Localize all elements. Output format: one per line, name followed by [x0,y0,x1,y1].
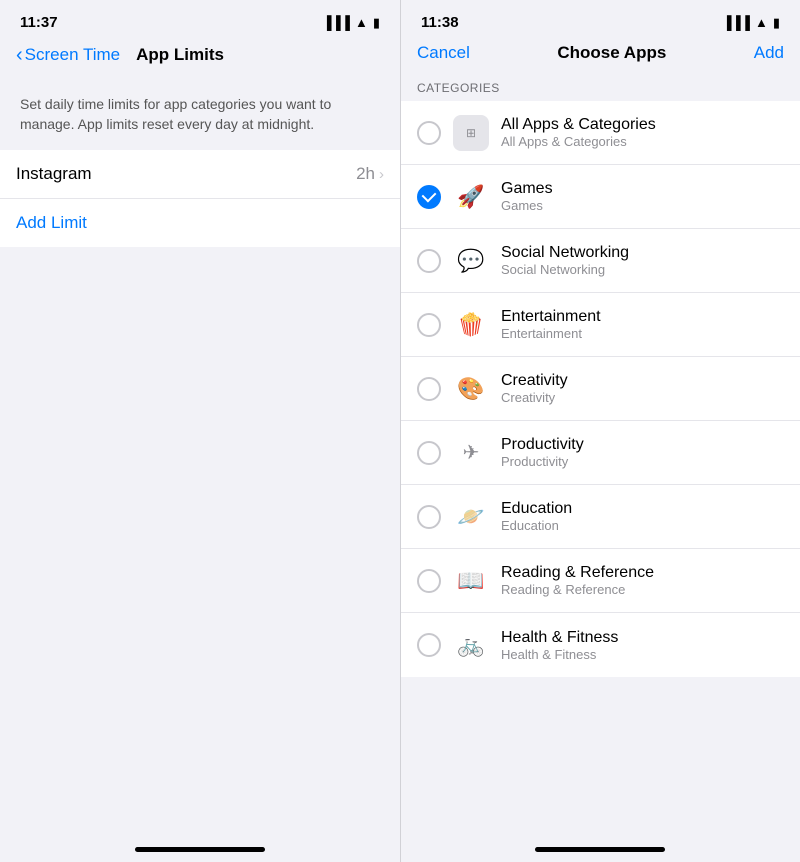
radio-social[interactable] [417,249,441,273]
category-sub-productivity: Productivity [501,454,584,469]
right-wifi-icon: ▲ [755,15,768,30]
category-name-creativity: Creativity [501,372,568,390]
wifi-icon: ▲ [355,15,368,30]
radio-education[interactable] [417,505,441,529]
category-text-creativity: Creativity Creativity [501,372,568,405]
left-panel: 11:37 ▐▐▐ ▲ ▮ ‹ Screen Time App Limits S… [0,0,400,862]
category-row-health[interactable]: 🚲 Health & Fitness Health & Fitness [401,613,800,677]
icon-health: 🚲 [453,627,489,663]
category-text-health: Health & Fitness Health & Fitness [501,629,618,662]
radio-creativity[interactable] [417,377,441,401]
right-home-indicator [535,847,665,852]
signal-icon: ▐▐▐ [322,15,350,30]
category-sub-entertainment: Entertainment [501,326,601,341]
chevron-left-icon: ‹ [16,45,23,65]
left-time: 11:37 [20,14,58,31]
cancel-button[interactable]: Cancel [417,43,470,63]
categories-list: ⊞ All Apps & Categories All Apps & Categ… [401,101,800,677]
add-button[interactable]: Add [754,43,784,63]
categories-header: CATEGORIES [401,73,800,101]
category-name-reading: Reading & Reference [501,564,654,582]
choose-apps-title: Choose Apps [557,43,666,63]
category-text-education: Education Education [501,500,572,533]
radio-health[interactable] [417,633,441,657]
category-text-all: All Apps & Categories All Apps & Categor… [501,116,656,149]
icon-all: ⊞ [453,115,489,151]
icon-creativity: 🎨 [453,371,489,407]
category-row-education[interactable]: 🪐 Education Education [401,485,800,549]
icon-games: 🚀 [453,179,489,215]
category-name-games: Games [501,180,553,198]
instagram-right: 2h › [356,164,384,184]
icon-entertainment: 🍿 [453,307,489,343]
category-name-health: Health & Fitness [501,629,618,647]
category-sub-games: Games [501,198,553,213]
category-row-creativity[interactable]: 🎨 Creativity Creativity [401,357,800,421]
category-sub-health: Health & Fitness [501,647,618,662]
category-row-productivity[interactable]: ✈ Productivity Productivity [401,421,800,485]
right-signal-icon: ▐▐▐ [722,15,750,30]
left-home-indicator [135,847,265,852]
radio-games[interactable] [417,185,441,209]
info-text: Set daily time limits for app categories… [20,96,331,132]
left-status-bar: 11:37 ▐▐▐ ▲ ▮ [0,0,400,39]
category-sub-creativity: Creativity [501,390,568,405]
right-nav-bar: Cancel Choose Apps Add [401,39,800,73]
category-name-productivity: Productivity [501,436,584,454]
category-sub-social: Social Networking [501,262,629,277]
chevron-right-icon: › [379,166,384,183]
left-status-icons: ▐▐▐ ▲ ▮ [322,15,380,31]
radio-reading[interactable] [417,569,441,593]
left-nav-title: App Limits [136,45,224,65]
category-sub-all: All Apps & Categories [501,134,656,149]
instagram-time: 2h [356,164,375,184]
category-name-entertainment: Entertainment [501,308,601,326]
battery-icon: ▮ [373,15,380,31]
category-text-entertainment: Entertainment Entertainment [501,308,601,341]
icon-education: 🪐 [453,499,489,535]
right-time: 11:38 [421,14,459,31]
info-section: Set daily time limits for app categories… [0,75,400,150]
category-sub-education: Education [501,518,572,533]
category-name-social: Social Networking [501,244,629,262]
category-row-entertainment[interactable]: 🍿 Entertainment Entertainment [401,293,800,357]
screen-time-back-button[interactable]: ‹ Screen Time [16,45,120,65]
instagram-label: Instagram [16,164,92,184]
radio-all[interactable] [417,121,441,145]
category-text-productivity: Productivity Productivity [501,436,584,469]
category-name-education: Education [501,500,572,518]
right-battery-icon: ▮ [773,15,780,31]
radio-productivity[interactable] [417,441,441,465]
category-row-social[interactable]: 💬 Social Networking Social Networking [401,229,800,293]
right-status-icons: ▐▐▐ ▲ ▮ [722,15,780,31]
right-status-bar: 11:38 ▐▐▐ ▲ ▮ [401,0,800,39]
category-name-all: All Apps & Categories [501,116,656,134]
radio-entertainment[interactable] [417,313,441,337]
category-text-games: Games Games [501,180,553,213]
icon-productivity: ✈ [453,435,489,471]
instagram-row[interactable]: Instagram 2h › [0,150,400,198]
category-row-all[interactable]: ⊞ All Apps & Categories All Apps & Categ… [401,101,800,165]
icon-social: 💬 [453,243,489,279]
left-nav-bar: ‹ Screen Time App Limits [0,39,400,75]
category-text-social: Social Networking Social Networking [501,244,629,277]
category-row-reading[interactable]: 📖 Reading & Reference Reading & Referenc… [401,549,800,613]
add-limit-label: Add Limit [16,213,87,232]
category-row-games[interactable]: 🚀 Games Games [401,165,800,229]
add-limit-row[interactable]: Add Limit [0,198,400,247]
category-text-reading: Reading & Reference Reading & Reference [501,564,654,597]
category-sub-reading: Reading & Reference [501,582,654,597]
right-panel: 11:38 ▐▐▐ ▲ ▮ Cancel Choose Apps Add CAT… [400,0,800,862]
back-label: Screen Time [25,45,120,65]
app-list-section: Instagram 2h › Add Limit [0,150,400,247]
icon-reading: 📖 [453,563,489,599]
